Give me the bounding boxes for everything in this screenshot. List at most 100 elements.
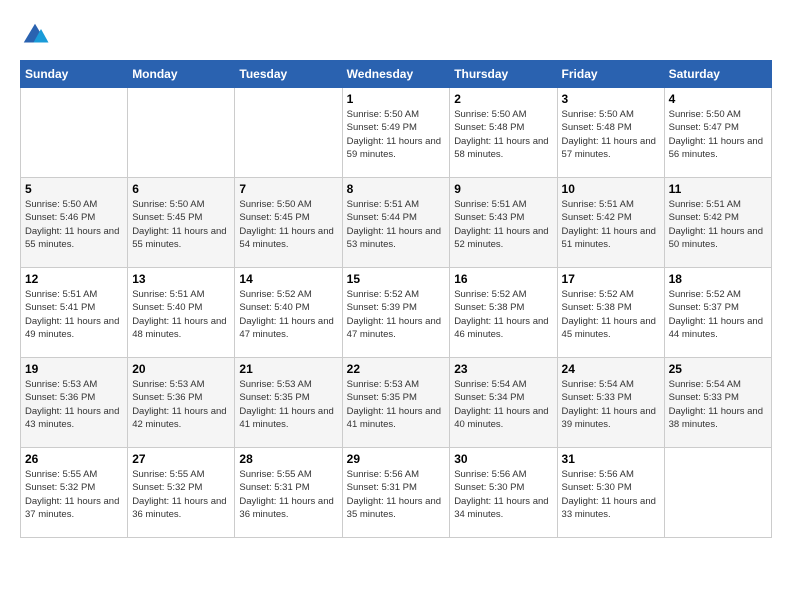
day-cell: 21Sunrise: 5:53 AM Sunset: 5:35 PM Dayli…	[235, 358, 342, 448]
logo	[20, 20, 54, 50]
day-cell: 9 Sunrise: 5:51 AM Sunset: 5:43 PM Daylig…	[450, 178, 557, 268]
day-cell: 4 Sunrise: 5:50 AM Sunset: 5:47 PM Daylig…	[664, 88, 771, 178]
day-number: 23	[454, 362, 552, 376]
day-cell: 25 Sunrise: 5:54 AM Sunset: 5:33 PM Dayli…	[664, 358, 771, 448]
day-info: Sunrise: 5:56 AM Sunset: 5:31 PM Dayligh…	[347, 468, 446, 521]
day-number: 3	[562, 92, 660, 106]
day-cell: 22 Sunrise: 5:53 AM Sunset: 5:35 PM Dayli…	[342, 358, 450, 448]
week-row-1: 1 Sunrise: 5:50 AM Sunset: 5:49 PM Daylig…	[21, 88, 772, 178]
day-cell: 11 Sunrise: 5:51 AM Sunset: 5:42 PM Dayli…	[664, 178, 771, 268]
day-cell	[235, 88, 342, 178]
day-number: 9	[454, 182, 552, 196]
weekday-header-monday: Monday	[128, 61, 235, 88]
day-number: 16	[454, 272, 552, 286]
day-info: Sunrise: 5:52 AM Sunset: 5:37 PM Dayligh…	[669, 288, 767, 341]
day-cell: 7 Sunrise: 5:50 AM Sunset: 5:45 PM Daylig…	[235, 178, 342, 268]
day-cell: 17 Sunrise: 5:52 AM Sunset: 5:38 PM Dayli…	[557, 268, 664, 358]
day-cell: 31 Sunrise: 5:56 AM Sunset: 5:30 PM Dayli…	[557, 448, 664, 538]
weekday-header-wednesday: Wednesday	[342, 61, 450, 88]
day-cell: 3 Sunrise: 5:50 AM Sunset: 5:48 PM Daylig…	[557, 88, 664, 178]
day-number: 8	[347, 182, 446, 196]
day-cell: 13 Sunrise: 5:51 AM Sunset: 5:40 PM Dayli…	[128, 268, 235, 358]
day-info: Sunrise: 5:52 AM Sunset: 5:39 PM Dayligh…	[347, 288, 446, 341]
day-cell: 20 Sunrise: 5:53 AM Sunset: 5:36 PM Dayli…	[128, 358, 235, 448]
day-number: 17	[562, 272, 660, 286]
day-info: Sunrise: 5:56 AM Sunset: 5:30 PM Dayligh…	[562, 468, 660, 521]
day-info: Sunrise: 5:51 AM Sunset: 5:42 PM Dayligh…	[669, 198, 767, 251]
day-info: Sunrise: 5:50 AM Sunset: 5:46 PM Dayligh…	[25, 198, 123, 251]
day-cell: 12 Sunrise: 5:51 AM Sunset: 5:41 PM Dayli…	[21, 268, 128, 358]
day-cell: 15Sunrise: 5:52 AM Sunset: 5:39 PM Dayli…	[342, 268, 450, 358]
day-info: Sunrise: 5:54 AM Sunset: 5:34 PM Dayligh…	[454, 378, 552, 431]
day-cell: 10 Sunrise: 5:51 AM Sunset: 5:42 PM Dayli…	[557, 178, 664, 268]
day-cell: 16 Sunrise: 5:52 AM Sunset: 5:38 PM Dayli…	[450, 268, 557, 358]
day-number: 13	[132, 272, 230, 286]
day-info: Sunrise: 5:56 AM Sunset: 5:30 PM Dayligh…	[454, 468, 552, 521]
day-info: Sunrise: 5:54 AM Sunset: 5:33 PM Dayligh…	[562, 378, 660, 431]
day-info: Sunrise: 5:50 AM Sunset: 5:49 PM Dayligh…	[347, 108, 446, 161]
day-cell: 29 Sunrise: 5:56 AM Sunset: 5:31 PM Dayli…	[342, 448, 450, 538]
day-number: 24	[562, 362, 660, 376]
day-info: Sunrise: 5:51 AM Sunset: 5:41 PM Dayligh…	[25, 288, 123, 341]
day-number: 7	[239, 182, 337, 196]
day-number: 5	[25, 182, 123, 196]
day-info: Sunrise: 5:50 AM Sunset: 5:48 PM Dayligh…	[562, 108, 660, 161]
page-header	[20, 20, 772, 50]
day-number: 12	[25, 272, 123, 286]
day-cell	[664, 448, 771, 538]
day-info: Sunrise: 5:54 AM Sunset: 5:33 PM Dayligh…	[669, 378, 767, 431]
day-number: 19	[25, 362, 123, 376]
day-cell: 5 Sunrise: 5:50 AM Sunset: 5:46 PM Daylig…	[21, 178, 128, 268]
day-info: Sunrise: 5:51 AM Sunset: 5:43 PM Dayligh…	[454, 198, 552, 251]
day-info: Sunrise: 5:50 AM Sunset: 5:45 PM Dayligh…	[132, 198, 230, 251]
day-cell	[21, 88, 128, 178]
weekday-header-row: SundayMondayTuesdayWednesdayThursdayFrid…	[21, 61, 772, 88]
day-number: 25	[669, 362, 767, 376]
day-number: 14	[239, 272, 337, 286]
day-cell: 27Sunrise: 5:55 AM Sunset: 5:32 PM Dayli…	[128, 448, 235, 538]
day-cell: 24 Sunrise: 5:54 AM Sunset: 5:33 PM Dayli…	[557, 358, 664, 448]
day-cell: 1 Sunrise: 5:50 AM Sunset: 5:49 PM Daylig…	[342, 88, 450, 178]
week-row-5: 26 Sunrise: 5:55 AM Sunset: 5:32 PM Dayli…	[21, 448, 772, 538]
day-info: Sunrise: 5:53 AM Sunset: 5:36 PM Dayligh…	[132, 378, 230, 431]
day-number: 31	[562, 452, 660, 466]
weekday-header-sunday: Sunday	[21, 61, 128, 88]
day-cell	[128, 88, 235, 178]
week-row-2: 5 Sunrise: 5:50 AM Sunset: 5:46 PM Daylig…	[21, 178, 772, 268]
day-number: 11	[669, 182, 767, 196]
day-number: 2	[454, 92, 552, 106]
day-info: Sunrise: 5:52 AM Sunset: 5:38 PM Dayligh…	[562, 288, 660, 341]
day-number: 20	[132, 362, 230, 376]
day-info: Sunrise: 5:52 AM Sunset: 5:38 PM Dayligh…	[454, 288, 552, 341]
day-info: Sunrise: 5:50 AM Sunset: 5:48 PM Dayligh…	[454, 108, 552, 161]
day-info: Sunrise: 5:51 AM Sunset: 5:44 PM Dayligh…	[347, 198, 446, 251]
day-cell: 8 Sunrise: 5:51 AM Sunset: 5:44 PM Daylig…	[342, 178, 450, 268]
week-row-3: 12 Sunrise: 5:51 AM Sunset: 5:41 PM Dayli…	[21, 268, 772, 358]
day-number: 26	[25, 452, 123, 466]
day-cell: 2 Sunrise: 5:50 AM Sunset: 5:48 PM Daylig…	[450, 88, 557, 178]
day-cell: 6Sunrise: 5:50 AM Sunset: 5:45 PM Daylig…	[128, 178, 235, 268]
day-info: Sunrise: 5:55 AM Sunset: 5:32 PM Dayligh…	[25, 468, 123, 521]
day-number: 1	[347, 92, 446, 106]
day-info: Sunrise: 5:50 AM Sunset: 5:47 PM Dayligh…	[669, 108, 767, 161]
day-number: 22	[347, 362, 446, 376]
week-row-4: 19 Sunrise: 5:53 AM Sunset: 5:36 PM Dayli…	[21, 358, 772, 448]
day-info: Sunrise: 5:53 AM Sunset: 5:36 PM Dayligh…	[25, 378, 123, 431]
day-info: Sunrise: 5:51 AM Sunset: 5:42 PM Dayligh…	[562, 198, 660, 251]
day-number: 29	[347, 452, 446, 466]
day-number: 28	[239, 452, 337, 466]
day-number: 10	[562, 182, 660, 196]
day-number: 30	[454, 452, 552, 466]
day-cell: 23 Sunrise: 5:54 AM Sunset: 5:34 PM Dayli…	[450, 358, 557, 448]
weekday-header-friday: Friday	[557, 61, 664, 88]
day-info: Sunrise: 5:53 AM Sunset: 5:35 PM Dayligh…	[347, 378, 446, 431]
day-cell: 30 Sunrise: 5:56 AM Sunset: 5:30 PM Dayli…	[450, 448, 557, 538]
day-info: Sunrise: 5:55 AM Sunset: 5:31 PM Dayligh…	[239, 468, 337, 521]
day-number: 18	[669, 272, 767, 286]
day-number: 4	[669, 92, 767, 106]
logo-icon	[20, 20, 50, 50]
day-cell: 18 Sunrise: 5:52 AM Sunset: 5:37 PM Dayli…	[664, 268, 771, 358]
day-info: Sunrise: 5:51 AM Sunset: 5:40 PM Dayligh…	[132, 288, 230, 341]
day-info: Sunrise: 5:50 AM Sunset: 5:45 PM Dayligh…	[239, 198, 337, 251]
day-info: Sunrise: 5:55 AM Sunset: 5:32 PM Dayligh…	[132, 468, 230, 521]
